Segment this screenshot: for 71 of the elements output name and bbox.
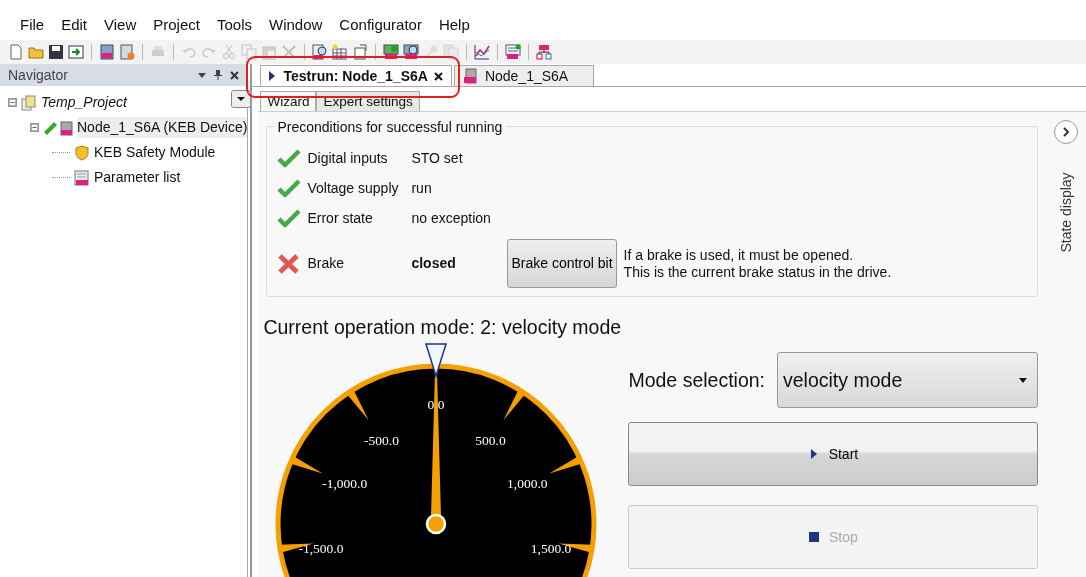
tick-mark: [347, 389, 369, 421]
condition-label: Voltage supply: [307, 178, 400, 198]
pane-title: Navigator: [8, 65, 68, 85]
mode-selection-label: Mode selection:: [628, 367, 765, 393]
brake-control-button[interactable]: Brake control bit: [507, 239, 617, 288]
condition-value: run: [411, 178, 433, 198]
document-tab[interactable]: Testrun: Node_1_S6A: [260, 65, 452, 86]
condition-value: no exception: [411, 208, 492, 228]
note-text: If a brake is used, it must be opened. This is the current brake status in the drive.: [623, 246, 892, 281]
collapse-icon[interactable]: [30, 123, 39, 132]
condition-label: Brake: [307, 254, 345, 273]
tree-item[interactable]: Parameter list: [94, 167, 181, 188]
pin-icon[interactable]: [214, 70, 223, 80]
tree-item[interactable]: Node_1_S6A (KEB Device): [77, 117, 248, 138]
scale-label: -1,000.0: [322, 476, 368, 492]
close-icon[interactable]: [433, 71, 443, 81]
condition-label: Error state: [307, 208, 374, 228]
dropdown-icon[interactable]: [198, 72, 207, 78]
menu-item[interactable]: Help: [438, 10, 479, 40]
tick-mark: [503, 389, 526, 421]
scale-label: 500.0: [475, 433, 507, 449]
document-icon[interactable]: [119, 44, 135, 60]
play-icon: [808, 449, 819, 460]
scale-label: -1,500.0: [298, 541, 344, 557]
list-icon[interactable]: [505, 44, 521, 60]
mode-dropdown[interactable]: velocity mode: [777, 352, 1039, 409]
shield-icon: [74, 144, 90, 161]
network-icon[interactable]: [536, 44, 552, 60]
device-icon: [43, 119, 73, 136]
list-icon: [74, 169, 90, 186]
documents-icon: [21, 94, 37, 111]
chevron-icon: [1062, 127, 1071, 137]
tick-mark: [290, 456, 324, 474]
operation-mode-title: Current operation mode: 2: velocity mode: [263, 315, 623, 340]
chart-icon[interactable]: [474, 44, 490, 60]
close-icon[interactable]: [230, 70, 240, 80]
grid-icon[interactable]: [332, 44, 348, 60]
condition-value: closed: [411, 254, 457, 273]
dropdown-icon[interactable]: [231, 90, 251, 108]
menu-item[interactable]: File: [20, 10, 54, 40]
tick-mark: [549, 456, 583, 474]
save-icon[interactable]: [48, 44, 64, 60]
menu-item[interactable]: Window: [269, 10, 332, 40]
book-icon[interactable]: [99, 44, 115, 60]
device-icon: [462, 68, 479, 84]
scale-label: 1,000.0: [507, 476, 549, 492]
side-panel-label[interactable]: State display: [1055, 172, 1077, 253]
network-icon[interactable]: [403, 44, 419, 60]
tree-item[interactable]: KEB Safety Module: [94, 142, 216, 163]
menu-item[interactable]: Project: [153, 10, 209, 40]
play-icon: [269, 71, 276, 81]
expand-button[interactable]: [1054, 120, 1079, 144]
collapse-icon[interactable]: [8, 98, 17, 107]
scale-label: 1,500.0: [531, 541, 572, 557]
tree-item[interactable]: Temp_Project: [41, 92, 127, 113]
stop-icon: [809, 532, 820, 543]
document-icon[interactable]: [8, 44, 24, 60]
menu-item[interactable]: View: [104, 10, 146, 40]
menu-item[interactable]: Tools: [216, 10, 261, 40]
document-icon[interactable]: [352, 44, 368, 60]
document-tab[interactable]: Node_1_S6A: [453, 65, 594, 86]
pointer-marker: [425, 343, 448, 379]
start-button[interactable]: Start: [628, 422, 1039, 487]
condition-value: STO set: [411, 148, 464, 168]
export-icon[interactable]: [68, 44, 84, 60]
menu-item[interactable]: Edit: [61, 10, 97, 40]
scale-label: -500.0: [364, 433, 400, 449]
menu-item[interactable]: Configurator: [339, 10, 431, 40]
condition-label: Digital inputs: [307, 148, 389, 168]
caret-icon: [1019, 377, 1028, 383]
magnifier-icon[interactable]: [312, 44, 328, 60]
